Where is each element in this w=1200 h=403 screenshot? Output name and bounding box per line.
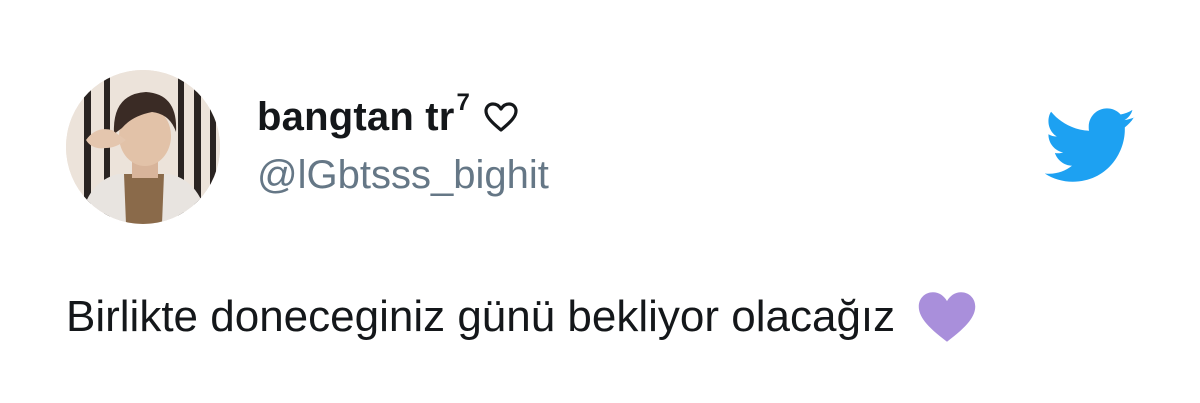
display-name[interactable]: bangtan tr (257, 95, 455, 140)
tweet-card: bangtan tr 7 @lGbtsss_bighit Birlikte do… (0, 0, 1200, 403)
twitter-bird-icon (1044, 108, 1137, 184)
user-handle[interactable]: @lGbtsss_bighit (257, 153, 549, 198)
avatar[interactable] (66, 70, 220, 224)
tweet-body: Birlikte doneceginiz günü bekliyor olaca… (66, 286, 977, 348)
purple-heart-icon (917, 290, 977, 344)
outline-heart-icon (484, 102, 518, 132)
display-name-row[interactable]: bangtan tr 7 (257, 89, 518, 142)
avatar-photo (66, 70, 220, 224)
display-name-superscript: 7 (456, 89, 470, 116)
tweet-text: Birlikte doneceginiz günü bekliyor olaca… (66, 292, 896, 341)
